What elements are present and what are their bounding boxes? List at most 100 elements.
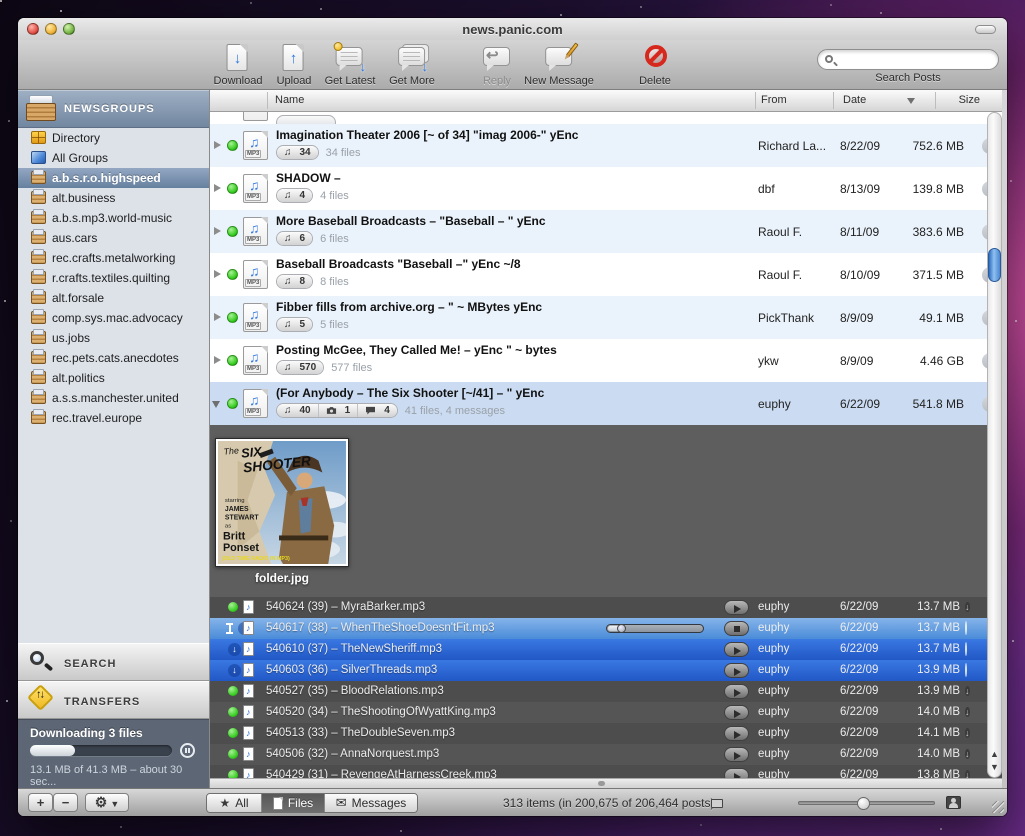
horizontal-scroll-nub[interactable] xyxy=(598,781,605,786)
sidebar-item-label: Directory xyxy=(52,131,100,145)
sidebar-item-rec-crafts-metalworking[interactable]: rec.crafts.metalworking xyxy=(18,248,209,268)
disclosure-triangle-icon[interactable] xyxy=(214,141,221,149)
sidebar-item-alt-business[interactable]: alt.business xyxy=(18,188,209,208)
transfers-icon: ↑↓ xyxy=(27,684,54,711)
play-icon xyxy=(734,605,741,613)
stop-button[interactable] xyxy=(724,621,749,636)
sidebar-item-label: a.b.s.mp3.world-music xyxy=(52,211,172,225)
disclosure-triangle-icon[interactable] xyxy=(212,401,220,408)
filter-all[interactable]: ★All xyxy=(207,794,261,812)
play-button[interactable] xyxy=(724,726,749,741)
disclosure-triangle-icon[interactable] xyxy=(214,227,221,235)
toolbar-button-reply[interactable]: ↩Reply xyxy=(480,44,514,87)
post-row[interactable]: MP3Baseball Broadcasts "Baseball –" yEnc… xyxy=(210,253,1002,296)
sidebar-item-alt-politics[interactable]: alt.politics xyxy=(18,368,209,388)
playback-knob[interactable] xyxy=(617,624,626,633)
file-row[interactable]: 540527 (35) – BloodRelations.mp3euphy6/2… xyxy=(210,681,1002,702)
file-row[interactable]: ↓540603 (36) – SilverThreads.mp3euphy6/2… xyxy=(210,660,1002,681)
disclosure-triangle-icon[interactable] xyxy=(214,270,221,278)
playback-slider[interactable] xyxy=(606,624,704,633)
post-row[interactable]: MP3Imagination Theater 2006 [~ of 34] "i… xyxy=(210,124,1002,167)
search-input[interactable] xyxy=(817,49,999,70)
pause-button[interactable] xyxy=(180,743,195,758)
envelope-icon: ✉ xyxy=(336,795,347,811)
toolbar-button-upload[interactable]: ↑Upload xyxy=(277,44,312,87)
post-date: 8/10/09 xyxy=(840,253,880,296)
play-button[interactable] xyxy=(724,663,749,678)
sidebar-item-r-crafts-textiles-quilting[interactable]: r.crafts.textiles.quilting xyxy=(18,268,209,288)
play-button[interactable] xyxy=(724,747,749,762)
action-menu-button[interactable]: ⚙▼ xyxy=(85,793,129,812)
sidebar-item-us-jobs[interactable]: us.jobs xyxy=(18,328,209,348)
partial-download-clock-icon xyxy=(965,621,967,635)
scroll-down-arrow[interactable]: ▼ xyxy=(987,761,1002,774)
file-row[interactable]: 540520 (34) – TheShootingOfWyattKing.mp3… xyxy=(210,702,1002,723)
file-row[interactable]: 540513 (33) – TheDoubleSeven.mp3euphy6/2… xyxy=(210,723,1002,744)
column-date[interactable]: Date xyxy=(843,94,866,106)
disclosure-triangle-icon[interactable] xyxy=(214,184,221,192)
sidebar-item-label: alt.forsale xyxy=(52,291,104,305)
play-button[interactable] xyxy=(724,642,749,657)
post-badges: ♫44 files xyxy=(276,188,746,203)
folder-jpg-thumbnail[interactable]: The SIX SHOOTER starring JAMES STEWART a… xyxy=(215,438,349,567)
sidebar-item-aus-cars[interactable]: aus.cars xyxy=(18,228,209,248)
disclosure-triangle-icon[interactable] xyxy=(214,313,221,321)
file-row[interactable]: 540506 (32) – AnnaNorquest.mp3euphy6/22/… xyxy=(210,744,1002,765)
post-row[interactable]: MP3Posting McGee, They Called Me! – yEnc… xyxy=(210,339,1002,382)
column-size[interactable]: Size xyxy=(959,94,980,106)
file-date: 6/22/09 xyxy=(840,744,878,765)
toolbar-button-delete[interactable]: Delete xyxy=(638,44,672,87)
sidebar-item-rec-pets-cats-anecdotes[interactable]: rec.pets.cats.anecdotes xyxy=(18,348,209,368)
post-row[interactable]: MP3Fibber fills from archive.org – " ~ M… xyxy=(210,296,1002,339)
file-row[interactable]: ↓540617 (38) – WhenTheShoeDoesn'tFit.mp3… xyxy=(210,618,1002,639)
post-row[interactable]: MP3SHADOW –♫44 filesdbf8/13/09139.8 MB↓ xyxy=(210,167,1002,210)
toolbar-button-download[interactable]: ↓Download xyxy=(214,44,263,87)
thumbnail-size-slider[interactable] xyxy=(798,801,935,805)
file-row[interactable]: 540624 (39) – MyraBarker.mp3euphy6/22/09… xyxy=(210,597,1002,618)
post-row-partial[interactable] xyxy=(210,112,1002,124)
scrollbar-thumb[interactable] xyxy=(988,248,1001,282)
file-row[interactable]: ↓540610 (37) – TheNewSheriff.mp3euphy6/2… xyxy=(210,639,1002,660)
filter-messages[interactable]: ✉Messages xyxy=(324,794,417,812)
post-row[interactable]: MP3More Baseball Broadcasts – "Baseball … xyxy=(210,210,1002,253)
toolbar-button-get-latest[interactable]: ↓Get Latest xyxy=(325,44,376,87)
vertical-scrollbar[interactable]: ▲ ▼ xyxy=(987,112,1002,778)
download-arrow-icon: ↓ xyxy=(965,602,970,612)
play-button[interactable] xyxy=(724,705,749,720)
download-arrow-icon: ↓ xyxy=(965,686,970,696)
play-button[interactable] xyxy=(724,600,749,615)
transfers-section-header[interactable]: ↑↓ TRANSFERS xyxy=(18,681,209,719)
horizontal-scrollbar[interactable] xyxy=(210,778,1002,788)
add-group-button[interactable]: + xyxy=(28,793,53,812)
sidebar-item-a-b-s-r-o-highspeed[interactable]: a.b.s.r.o.highspeed xyxy=(18,168,209,188)
sidebar-item-a-b-s-mp3-world-music[interactable]: a.b.s.mp3.world-music xyxy=(18,208,209,228)
toolbar-button-new-message[interactable]: New Message xyxy=(524,44,594,87)
sidebar-item-All-Groups[interactable]: All Groups xyxy=(18,148,209,168)
column-name[interactable]: Name xyxy=(275,94,304,106)
bottom-bar: + − ⚙▼ ★AllFiles✉Messages 313 items (in … xyxy=(18,788,1007,816)
sidebar-item-rec-travel-europe[interactable]: rec.travel.europe xyxy=(18,408,209,428)
green-status-icon xyxy=(228,770,238,778)
play-button[interactable] xyxy=(724,768,749,778)
filter-files[interactable]: Files xyxy=(261,794,324,812)
scrollbar-track[interactable] xyxy=(987,112,1002,778)
play-button[interactable] xyxy=(724,684,749,699)
sidebar-item-comp-sys-mac-advocacy[interactable]: comp.sys.mac.advocacy xyxy=(18,308,209,328)
column-from[interactable]: From xyxy=(761,94,787,106)
remove-group-button[interactable]: − xyxy=(53,793,78,812)
toolbar-button-get-more[interactable]: ↓Get More xyxy=(389,44,435,87)
search-section-header[interactable]: SEARCH xyxy=(18,643,209,681)
file-row[interactable]: 540429 (31) – RevengeAtHarnessCreek.mp3e… xyxy=(210,765,1002,778)
disclosure-triangle-icon[interactable] xyxy=(214,356,221,364)
toolbar-toggle-button[interactable] xyxy=(975,25,996,34)
sidebar-item-a-s-s-manchester-united[interactable]: a.s.s.manchester.united xyxy=(18,388,209,408)
sidebar-item-alt-forsale[interactable]: alt.forsale xyxy=(18,288,209,308)
desktop-background: news.panic.com Search Posts ↓Download↑Up… xyxy=(0,0,1025,836)
titlebar[interactable]: news.panic.com xyxy=(18,18,1007,40)
post-row[interactable]: MP3(For Anybody – The Six Shooter [~/41]… xyxy=(210,382,1002,425)
window-resize-grip[interactable] xyxy=(992,801,1004,813)
scroll-up-arrow[interactable]: ▲ xyxy=(987,748,1002,761)
newsgroups-header[interactable]: NEWSGROUPS xyxy=(18,90,209,128)
slider-knob[interactable] xyxy=(857,797,870,810)
sidebar-item-Directory[interactable]: Directory xyxy=(18,128,209,148)
